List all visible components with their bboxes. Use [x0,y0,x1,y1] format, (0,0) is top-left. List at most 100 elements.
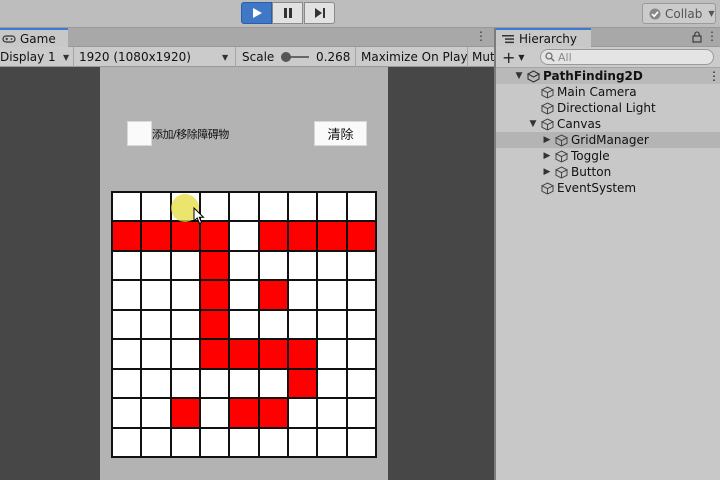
grid-cell[interactable] [289,251,317,280]
grid-cell-obstacle[interactable] [259,222,287,250]
expand-arrow-right-icon[interactable]: ▶ [542,167,552,177]
grid-cell[interactable] [142,251,170,280]
grid-cell[interactable] [171,340,199,368]
expand-arrow-down-icon[interactable]: ▼ [514,71,524,81]
tab-game[interactable]: Game [0,28,68,47]
grid-cell-obstacle[interactable] [230,340,258,368]
grid-cell[interactable] [113,399,141,427]
grid-cell-obstacle[interactable] [113,222,141,250]
grid-cell[interactable] [142,193,170,221]
grid-cell[interactable] [113,251,141,280]
grid-cell-obstacle[interactable] [347,222,375,250]
grid-cell[interactable] [230,310,258,339]
grid-cell[interactable] [347,340,375,368]
collab-button[interactable]: Collab ▼ [642,3,716,24]
grid-cell-obstacle[interactable] [201,310,229,339]
hierarchy-item-eventsystem[interactable]: EventSystem [496,180,720,196]
resolution-dropdown[interactable]: 1920 (1080x1920) ▼ [74,47,236,67]
grid-cell[interactable] [201,428,229,456]
grid-cell[interactable] [171,251,199,280]
grid-cell[interactable] [230,193,258,221]
hierarchy-item-canvas[interactable]: ▼ Canvas [496,116,720,132]
grid-cell-obstacle[interactable] [171,399,199,427]
grid-cell[interactable] [318,399,346,427]
grid-cell[interactable] [259,369,287,398]
grid-cell[interactable] [289,399,317,427]
hierarchy-item-gridmanager[interactable]: ▶ GridManager [496,132,720,148]
grid-cell[interactable] [171,281,199,309]
grid-cell[interactable] [259,310,287,339]
grid-cell[interactable] [318,340,346,368]
grid-cell[interactable] [347,281,375,309]
create-object-button[interactable]: + ▼ [502,48,532,67]
kebab-menu-icon[interactable]: ⋮ [708,69,720,83]
grid-cell-obstacle[interactable] [230,399,258,427]
clear-button[interactable]: 清除 [314,121,367,146]
grid-cell[interactable] [201,369,229,398]
grid-cell[interactable] [289,428,317,456]
grid-cell[interactable] [318,251,346,280]
grid-cell[interactable] [318,310,346,339]
grid-cell[interactable] [259,193,287,221]
obstacle-toggle-checkbox[interactable] [127,121,152,146]
grid-cell[interactable] [230,281,258,309]
hierarchy-item-directional-light[interactable]: Directional Light [496,100,720,116]
lock-icon[interactable] [692,31,702,43]
grid-cell[interactable] [171,428,199,456]
kebab-menu-icon[interactable]: ⋮ [706,29,718,45]
grid-cell[interactable] [113,310,141,339]
grid-cell[interactable] [230,428,258,456]
grid-cell-obstacle[interactable] [289,340,317,368]
grid-cell[interactable] [201,193,229,221]
grid-cell[interactable] [347,251,375,280]
maximize-on-play-toggle[interactable]: Maximize On Play [356,47,468,67]
pause-button[interactable] [272,2,303,24]
hierarchy-item-main-camera[interactable]: Main Camera [496,84,720,100]
grid-cell-obstacle[interactable] [259,281,287,309]
grid-cell[interactable] [259,428,287,456]
hierarchy-item-pathfinding2d[interactable]: ▼ PathFinding2D ⋮ [496,68,720,84]
grid-cell[interactable] [142,310,170,339]
grid-cell[interactable] [142,369,170,398]
grid-cell[interactable] [113,340,141,368]
grid-cell[interactable] [347,369,375,398]
hierarchy-item-button[interactable]: ▶ Button [496,164,720,180]
step-button[interactable] [304,2,335,24]
grid-cell-obstacle[interactable] [171,222,199,250]
grid-cell[interactable] [347,399,375,427]
expand-arrow-down-icon[interactable]: ▼ [528,119,538,129]
grid-cell[interactable] [142,340,170,368]
grid-cell[interactable] [289,193,317,221]
grid-cell[interactable] [142,281,170,309]
grid-cell[interactable] [318,193,346,221]
grid-cell-obstacle[interactable] [259,340,287,368]
play-button[interactable] [241,2,272,24]
grid-cell[interactable] [289,310,317,339]
grid-cell[interactable] [347,193,375,221]
grid-cell[interactable] [113,281,141,309]
grid-cell[interactable] [171,310,199,339]
grid-cell-obstacle[interactable] [201,251,229,280]
grid-cell[interactable] [230,222,258,250]
grid-cell-obstacle[interactable] [289,369,317,398]
grid-cell[interactable] [289,281,317,309]
hierarchy-item-toggle[interactable]: ▶ Toggle [496,148,720,164]
expand-arrow-right-icon[interactable]: ▶ [542,151,552,161]
scale-slider-handle[interactable] [281,52,291,62]
grid-cell[interactable] [259,251,287,280]
grid-cell-obstacle[interactable] [142,222,170,250]
grid-cell[interactable] [142,399,170,427]
grid-cell-obstacle[interactable] [201,281,229,309]
grid-cell[interactable] [318,281,346,309]
kebab-menu-icon[interactable]: ⋮ [474,29,488,45]
grid-cell[interactable] [171,369,199,398]
grid-cell[interactable] [318,369,346,398]
grid-cell[interactable] [113,428,141,456]
grid-cell[interactable] [230,369,258,398]
grid-cell-obstacle[interactable] [259,399,287,427]
grid-cell[interactable] [142,428,170,456]
hierarchy-search-field[interactable]: All [540,49,714,65]
display-dropdown[interactable]: Display 1 ▼ [0,47,74,67]
grid-cell[interactable] [113,369,141,398]
grid-cell[interactable] [318,428,346,456]
